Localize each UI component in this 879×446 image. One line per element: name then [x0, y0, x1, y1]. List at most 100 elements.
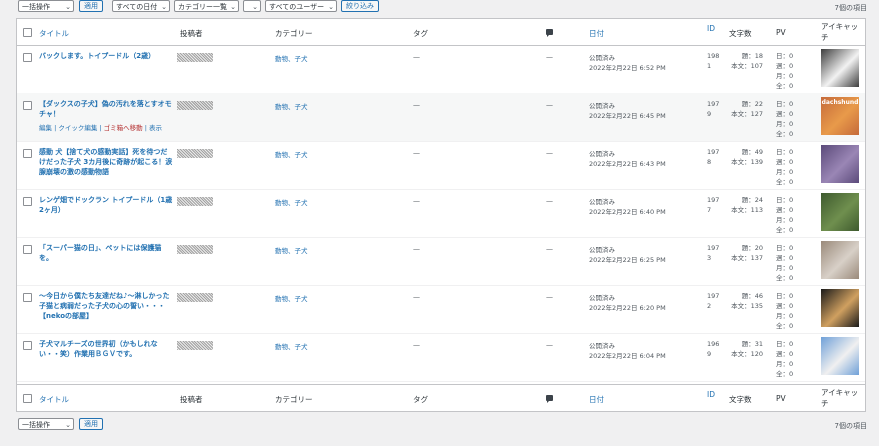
post-title-link[interactable]: 子犬マルチーズの世界初（かもしれない・・笑）作業用ＢＧＶです。 [39, 339, 174, 359]
page-views: 日：0 週：0 月：0 全：0 [776, 339, 793, 379]
table-row: 「スーパー猫の日」、ペットには保護猫を。 動物、子犬 — — 公開済み 2022年2月22… [17, 237, 865, 286]
column-date[interactable]: 日付 [589, 28, 604, 39]
pv-month: 月：0 [776, 168, 794, 176]
pv-day: 日：0 [776, 52, 794, 60]
pv-day: 日：0 [776, 292, 794, 300]
comment-bubble-icon[interactable] [546, 395, 553, 403]
row-checkbox[interactable] [23, 197, 32, 206]
author-redacted [177, 197, 213, 206]
post-category-link[interactable]: 動物、子犬 [275, 149, 308, 159]
post-comments: — [546, 293, 553, 301]
post-comments: — [546, 197, 553, 205]
post-datetime: 2022年2月22日 6:20 PM [589, 304, 666, 312]
pv-month: 月：0 [776, 120, 794, 128]
post-datetime: 2022年2月22日 6:25 PM [589, 256, 666, 264]
footer-column-word-count: 文字数 [729, 395, 752, 404]
post-id: 197 9 [707, 99, 719, 119]
row-checkbox[interactable] [23, 293, 32, 302]
row-checkbox[interactable] [23, 341, 32, 350]
heading-count: 題：22 [741, 100, 763, 108]
pv-month: 月：0 [776, 72, 794, 80]
apply-button[interactable]: 適用 [79, 0, 103, 12]
post-title-link[interactable]: 〜今日から僕たち友達だね♪〜淋しかった子猫と病弱だった子犬の心の誓い・・・【ne… [39, 291, 174, 321]
filter-button[interactable]: 絞り込み [341, 0, 379, 12]
post-comments: — [546, 53, 553, 61]
user-filter-select[interactable]: すべてのユーザー ⌄ [265, 0, 337, 12]
post-id-part: 197 [707, 292, 720, 300]
post-tags: — [413, 293, 420, 301]
bulk-action-select-bottom[interactable]: 一括操作 ⌄ [18, 418, 74, 430]
eyecatch-thumbnail [821, 49, 859, 87]
row-checkbox[interactable] [23, 245, 32, 254]
post-id: 196 9 [707, 339, 719, 359]
word-count: 題：22 本文：127 [728, 99, 763, 119]
post-title-link[interactable]: バックします。トイプードル（2歳） [39, 51, 174, 61]
pv-week: 週：0 [776, 158, 794, 166]
row-checkbox[interactable] [23, 53, 32, 62]
footer-column-date[interactable]: 日付 [589, 394, 604, 405]
row-checkbox[interactable] [23, 101, 32, 110]
trash-link[interactable]: ゴミ箱へ移動 [104, 124, 143, 132]
word-count: 題：49 本文：139 [728, 147, 763, 167]
footer-column-pv: PV [776, 394, 786, 403]
bulk-action-select[interactable]: 一括操作 ⌄ [18, 0, 74, 12]
post-id: 198 1 [707, 51, 719, 71]
pv-month: 月：0 [776, 360, 794, 368]
footer-column-category: カテゴリー [275, 395, 313, 404]
select-all-checkbox-footer[interactable] [23, 394, 32, 403]
post-id-part: 197 [707, 100, 720, 108]
post-id: 197 8 [707, 147, 719, 167]
post-date: 公開済み 2022年2月22日 6:52 PM [589, 53, 666, 73]
post-category-link[interactable]: 動物、子犬 [275, 197, 308, 207]
word-count: 題：20 本文：137 [728, 243, 763, 263]
body-count: 本文：113 [731, 206, 763, 214]
heading-count: 題：46 [741, 292, 763, 300]
post-tags: — [413, 197, 420, 205]
table-row: バックします。トイプードル（2歳） 動物、子犬 — — 公開済み 2022年2月22日 6… [17, 45, 865, 94]
post-title-link[interactable]: 「スーパー猫の日」、ペットには保護猫を。 [39, 243, 174, 263]
post-title-link[interactable]: 感動 犬【捨て犬の感動実話】死を待つだけだった子犬 3カ月後に奇跡が起こる！涙腺… [39, 147, 174, 177]
category-filter-select[interactable]: カテゴリー一覧 ⌄ [174, 0, 239, 12]
post-date: 公開済み 2022年2月22日 6:25 PM [589, 245, 666, 265]
table-row: レンゲ畑でドックラン トイプードル（1歳2ヶ月） 動物、子犬 — — 公開済み 2022年… [17, 189, 865, 238]
column-title[interactable]: タイトル [39, 28, 69, 39]
post-category-link[interactable]: 動物、子犬 [275, 53, 308, 63]
pv-all: 全：0 [776, 130, 794, 138]
post-id-part: 7 [707, 206, 712, 214]
select-all-checkbox[interactable] [23, 28, 32, 37]
post-id-part: 198 [707, 52, 720, 60]
post-category-link[interactable]: 動物、子犬 [275, 245, 308, 255]
footer-column-id[interactable]: ID [707, 390, 715, 399]
post-tags: — [413, 245, 420, 253]
row-actions: 編集 | クイック編集 | ゴミ箱へ移動 | 表示 [39, 124, 162, 132]
extra-filter-select[interactable]: ⌄ [243, 0, 261, 12]
view-link[interactable]: 表示 [149, 124, 162, 132]
top-tablenav: 一括操作 ⌄ 適用 すべての日付 ⌄ カテゴリー一覧 ⌄ ⌄ すべてのユーザー ⌄ 絞り… [0, 0, 879, 16]
column-id[interactable]: ID [707, 24, 715, 33]
post-category-link[interactable]: 動物、子犬 [275, 101, 308, 111]
author-redacted [177, 245, 213, 254]
post-category-link[interactable]: 動物、子犬 [275, 341, 308, 351]
post-status: 公開済み [589, 102, 615, 110]
comment-bubble-icon[interactable] [546, 29, 553, 37]
post-datetime: 2022年2月22日 6:40 PM [589, 208, 666, 216]
heading-count: 題：18 [741, 52, 763, 60]
row-checkbox[interactable] [23, 149, 32, 158]
post-id-part: 1 [707, 62, 712, 70]
post-title-link[interactable]: レンゲ畑でドックラン トイプードル（1歳2ヶ月） [39, 195, 174, 215]
date-filter-select[interactable]: すべての日付 ⌄ [112, 0, 170, 12]
post-title-link[interactable]: 【ダックスの子犬】偽の汚れを落とすオモチャ！ [39, 99, 174, 119]
bulk-action-label: 一括操作 [22, 421, 50, 429]
footer-column-title[interactable]: タイトル [39, 394, 69, 405]
post-category-link[interactable]: 動物、子犬 [275, 293, 308, 303]
bulk-action-label: 一括操作 [22, 3, 50, 11]
post-comments: — [546, 149, 553, 157]
column-word-count: 文字数 [729, 29, 752, 38]
apply-button-bottom[interactable]: 適用 [79, 418, 103, 430]
post-status: 公開済み [589, 294, 615, 302]
edit-link[interactable]: 編集 [39, 124, 52, 132]
posts-table: タイトル 投稿者 カテゴリー タグ 日付 ID 文字数 PV アイキャッチ バッ… [16, 18, 866, 412]
quick-edit-link[interactable]: クイック編集 [58, 124, 97, 132]
body-count: 本文：107 [731, 62, 763, 70]
heading-count: 題：24 [741, 196, 763, 204]
